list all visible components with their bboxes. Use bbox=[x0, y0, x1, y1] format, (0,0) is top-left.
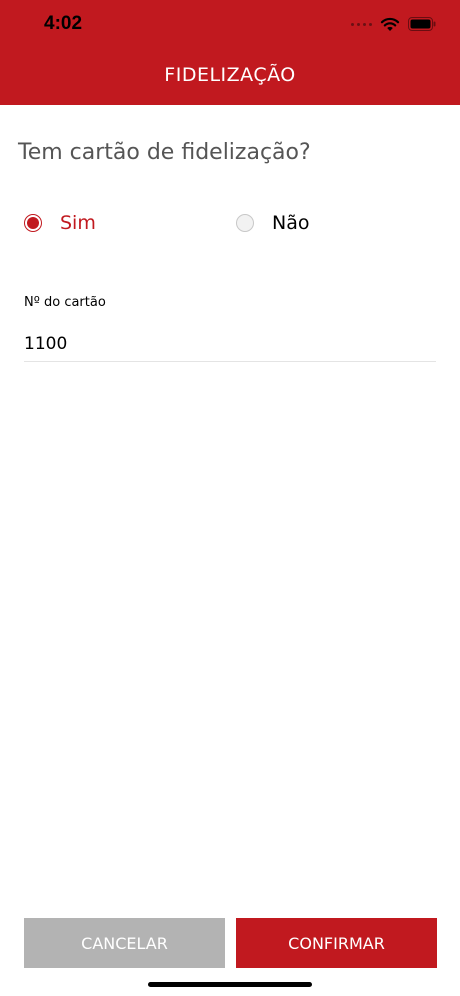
card-number-input[interactable] bbox=[24, 327, 436, 362]
status-time: 4:02 bbox=[44, 13, 83, 34]
page-title: FIDELIZAÇÃO bbox=[164, 64, 296, 86]
app-header: 4:02 FIDELIZAÇÃO bbox=[0, 0, 460, 105]
home-indicator bbox=[148, 982, 312, 987]
radio-option-nao[interactable]: Não bbox=[236, 212, 309, 234]
cancel-button[interactable]: CANCELAR bbox=[24, 918, 225, 968]
confirm-button[interactable]: CONFIRMAR bbox=[236, 918, 437, 968]
radio-label-sim: Sim bbox=[60, 212, 96, 234]
card-number-label: Nº do cartão bbox=[24, 295, 106, 310]
status-icons bbox=[351, 14, 436, 34]
battery-icon bbox=[408, 17, 436, 31]
wifi-icon bbox=[380, 17, 400, 31]
radio-option-sim[interactable]: Sim bbox=[24, 212, 96, 234]
loyalty-question: Tem cartão de fidelização? bbox=[18, 140, 311, 165]
radio-selected-icon[interactable] bbox=[24, 214, 42, 232]
radio-unselected-icon[interactable] bbox=[236, 214, 254, 232]
signal-icon bbox=[351, 22, 372, 26]
radio-label-nao: Não bbox=[272, 212, 310, 234]
